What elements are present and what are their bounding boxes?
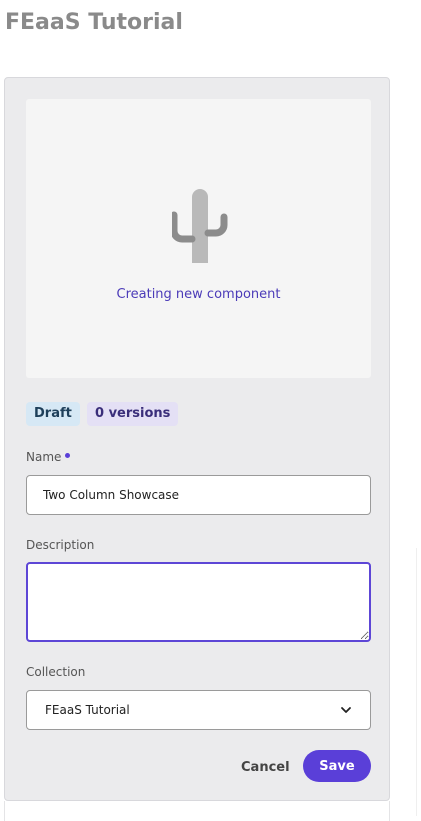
name-field[interactable]	[26, 475, 371, 515]
cancel-button[interactable]: Cancel	[231, 751, 300, 783]
status-badge: Draft	[26, 402, 80, 426]
preview-status-text: Creating new component	[116, 287, 281, 302]
description-field[interactable]	[26, 562, 371, 642]
name-label: Name	[26, 450, 71, 464]
collection-select-value: FEaaS Tutorial	[45, 703, 130, 717]
side-panel-edge	[416, 548, 417, 816]
versions-badge: 0 versions	[87, 402, 179, 426]
description-label: Description	[26, 538, 95, 552]
page-title: FEaaS Tutorial	[5, 10, 183, 35]
component-preview: Creating new component	[26, 99, 371, 378]
required-indicator	[65, 453, 71, 458]
save-button[interactable]: Save	[303, 750, 371, 782]
next-card-edge	[4, 801, 390, 821]
name-label-text: Name	[26, 450, 62, 464]
cactus-icon	[172, 189, 228, 263]
collection-select[interactable]: FEaaS Tutorial	[26, 690, 371, 730]
collection-label: Collection	[26, 665, 86, 679]
component-card: Creating new component Draft 0 versions …	[4, 77, 390, 801]
chevron-down-icon	[341, 707, 351, 713]
